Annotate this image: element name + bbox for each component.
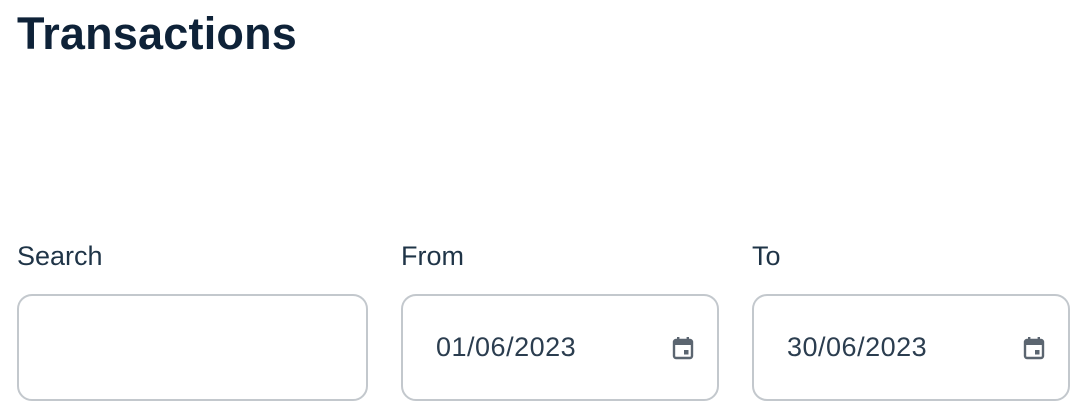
to-date-input[interactable]: 30/06/2023 xyxy=(752,294,1070,401)
calendar-icon[interactable] xyxy=(671,336,695,360)
from-date-field: From 01/06/2023 xyxy=(401,236,719,401)
calendar-icon-graphic xyxy=(672,336,694,359)
to-date-field: To 30/06/2023 xyxy=(752,236,1070,401)
calendar-icon[interactable] xyxy=(1022,336,1046,360)
from-date-label: From xyxy=(401,241,464,271)
from-date-value[interactable]: 01/06/2023 xyxy=(436,332,671,363)
search-label: Search xyxy=(17,241,103,271)
page-title: Transactions xyxy=(17,8,298,59)
from-date-input[interactable]: 01/06/2023 xyxy=(401,294,719,401)
search-input[interactable] xyxy=(17,294,368,401)
search-field: Search xyxy=(17,236,368,401)
to-date-label: To xyxy=(752,241,781,271)
to-date-value[interactable]: 30/06/2023 xyxy=(787,332,1022,363)
calendar-icon-graphic xyxy=(1023,336,1045,359)
